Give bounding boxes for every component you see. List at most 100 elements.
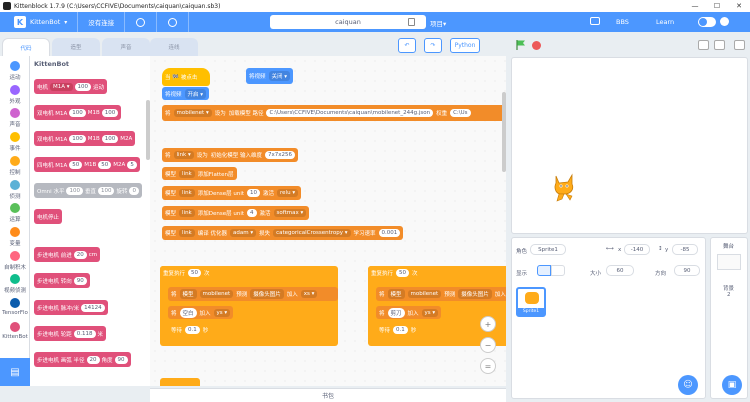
cat-sprite-icon[interactable] — [550, 172, 578, 202]
undo-button[interactable]: ↶ — [398, 38, 416, 53]
stage-canvas[interactable] — [511, 57, 748, 234]
wait-block-2[interactable]: 等待 0.1 秒 — [376, 323, 420, 336]
zoom-in-button[interactable]: + — [480, 316, 496, 332]
palette-block-part: Omni 水平 — [37, 188, 65, 195]
project-name-input[interactable]: caiquan — [270, 15, 426, 29]
x-arrows-icon: ⟷ — [606, 246, 614, 252]
compile-block[interactable]: 模型 link 编译 优化器 adam ▾ 损失 categoricalCrossentr… — [162, 226, 404, 240]
zoom-out-button[interactable]: − — [480, 337, 496, 353]
learn-link[interactable]: Learn — [656, 18, 674, 26]
direction-input[interactable]: 90 — [674, 265, 700, 276]
green-flag-icon[interactable] — [516, 40, 526, 50]
python-button[interactable]: Python — [450, 38, 480, 53]
category-label: 声音 — [9, 122, 21, 129]
category-dot-icon — [10, 179, 20, 190]
dense2-block[interactable]: 模型 link 添加Dense层 unit 4 激活 softmax ▾ — [162, 206, 310, 220]
connect-menu[interactable]: 没有连接 — [88, 17, 114, 27]
palette-block-part: 90 — [114, 355, 128, 364]
tab-sounds[interactable]: 声音 — [102, 38, 150, 56]
palette-block-part: 90 — [73, 276, 87, 285]
add-sprite-button[interactable]: ☺ — [678, 375, 698, 395]
palette-block-part: 20 — [73, 250, 87, 259]
dense1-block[interactable]: 模型 link 添加Dense层 unit 10 激活 relu ▾ — [162, 186, 302, 200]
video-off-block[interactable]: 将视频 关闭 ▾ — [246, 68, 294, 84]
x-input[interactable]: -140 — [624, 244, 650, 255]
load-model-block[interactable]: 将 mobilenet ▾ 设为 加载模型 路径 C:\Users\CCFIVE\Doc… — [162, 105, 506, 121]
stop-icon[interactable] — [532, 41, 541, 50]
sprite-name-input[interactable]: Sprite1 — [530, 244, 566, 255]
close-button[interactable]: ✕ — [728, 0, 750, 12]
minimize-button[interactable]: — — [684, 0, 706, 12]
wait-block-1[interactable]: 等待 0.1 秒 — [168, 323, 212, 336]
fullscreen-icon[interactable] — [734, 40, 745, 50]
add-extension-button[interactable]: ▤ — [0, 358, 30, 386]
show-visible-eye-icon[interactable] — [537, 265, 551, 276]
tab-tour[interactable]: 连线 — [150, 38, 198, 56]
link-init-block[interactable]: 将 link ▾ 设为 初始化模型 输入维度 7x7x256 — [162, 148, 299, 162]
palette-block[interactable]: 步进电机 脉冲/米 14124 — [34, 300, 108, 315]
backdrop-thumbnail[interactable] — [717, 254, 741, 270]
language-globe-icon[interactable] — [168, 17, 178, 27]
flatten-block[interactable]: 模型 link 添加Flatten层 — [162, 167, 237, 180]
hide-eye-icon[interactable] — [551, 265, 565, 276]
project-menu[interactable]: 项目▾ — [430, 18, 446, 28]
save-icon[interactable] — [408, 18, 415, 26]
category-label: TensorFlo — [2, 310, 28, 316]
palette-block[interactable]: 步进电机 转向 90 — [34, 273, 90, 288]
palette-block-part: 步进电机 转向 — [37, 278, 72, 285]
mode-toggle[interactable] — [698, 17, 716, 27]
palette-block[interactable]: 步进电机 前进 20 cm — [34, 247, 101, 262]
workspace-vertical-scrollbar[interactable] — [502, 92, 506, 172]
add-backdrop-button[interactable]: ▣ — [722, 375, 742, 395]
category-label: 视频侦测 — [3, 288, 26, 295]
show-label: 显示 — [516, 271, 528, 277]
brand-name: KittenBot — [30, 18, 61, 26]
settings-gear-icon[interactable] — [136, 17, 146, 27]
category-dot-icon — [10, 250, 20, 261]
chevron-down-icon: ▾ — [64, 18, 68, 26]
palette-block[interactable]: 四电机 M1A 50 M1B 50 M2A 5 — [34, 157, 140, 172]
palette-block[interactable]: 电机 M1A ▾ 100 运动 — [34, 79, 108, 94]
repeat-header-1[interactable]: 重复执行 50 次 — [160, 266, 213, 279]
add-label-block-2[interactable]: 将剪刀 加入 ys ▾ — [376, 306, 442, 319]
when-flag-clicked-block[interactable]: 当 🏁 被点击 — [162, 68, 210, 86]
palette-block-part: 步进电机 前进 — [37, 252, 72, 259]
small-stage-icon[interactable] — [698, 40, 709, 50]
palette-block-part: M1B — [87, 109, 100, 116]
category-11[interactable]: KittenBot — [0, 319, 30, 351]
camera-icon[interactable] — [590, 17, 600, 25]
y-input[interactable]: -85 — [672, 244, 698, 255]
palette-block[interactable]: 步进电机 画弧 半径 20 角度 90 — [34, 352, 131, 367]
backdrops-count: 2 — [727, 292, 731, 298]
script-workspace[interactable]: 当 🏁 被点击 将视频 关闭 ▾ 将视频 开启 ▾ 将 mobilenet ▾ 设为 加载… — [150, 56, 506, 386]
palette-block[interactable]: 双电机 M1A 100 M1B 100 M2A — [34, 131, 136, 146]
sprite-thumbnail[interactable]: Sprite1 — [516, 287, 546, 317]
tab-costumes[interactable]: 造型 — [52, 38, 100, 56]
user-avatar-icon[interactable] — [720, 17, 729, 26]
large-stage-icon[interactable] — [714, 40, 725, 50]
category-dot-icon — [10, 108, 20, 119]
repeat-header-2[interactable]: 重复执行 50 次 — [368, 266, 421, 279]
tab-code[interactable]: 代码 — [2, 38, 50, 56]
repeat-loop-3[interactable] — [160, 378, 200, 386]
backpack-bar[interactable]: 书包 — [150, 388, 506, 402]
size-input[interactable]: 60 — [606, 265, 634, 276]
palette-block-part: 14124 — [81, 303, 105, 312]
video-on-block[interactable]: 将视频 开启 ▾ — [162, 87, 210, 100]
maximize-button[interactable]: ☐ — [706, 0, 728, 12]
add-sample-block-1[interactable]: 将模型 mobilenet 预测 摄像头图片 加入 xs ▾ — [168, 287, 338, 301]
palette-block[interactable]: 双电机 M1A 100 M1B 100 — [34, 105, 122, 120]
palette-block[interactable]: 电机停止 — [34, 209, 63, 224]
palette-block-part: M2A — [120, 135, 133, 142]
zoom-reset-button[interactable]: = — [480, 358, 496, 374]
editor-tabs: 代码 造型 声音 连线 — [0, 38, 200, 56]
add-label-block-1[interactable]: 将空白 加入 ys ▾ — [168, 306, 234, 319]
palette-block[interactable]: Omni 水平 100 垂直 100 旋转 0 — [34, 183, 142, 198]
block-palette: KittenBot 电机 M1A ▾ 100 运动 双电机 M1A 100 M1B 100 双电… — [30, 56, 150, 386]
bbs-link[interactable]: BBS — [616, 18, 629, 26]
palette-block-part: 50 — [69, 160, 83, 169]
category-dot-icon — [10, 274, 20, 285]
redo-button[interactable]: ↷ — [424, 38, 442, 53]
add-sample-block-2[interactable]: 将模型 mobilenet 预测 摄像头图片 加入 — [376, 287, 506, 301]
palette-block[interactable]: 步进电机 轮距 0.118 米 — [34, 326, 107, 341]
